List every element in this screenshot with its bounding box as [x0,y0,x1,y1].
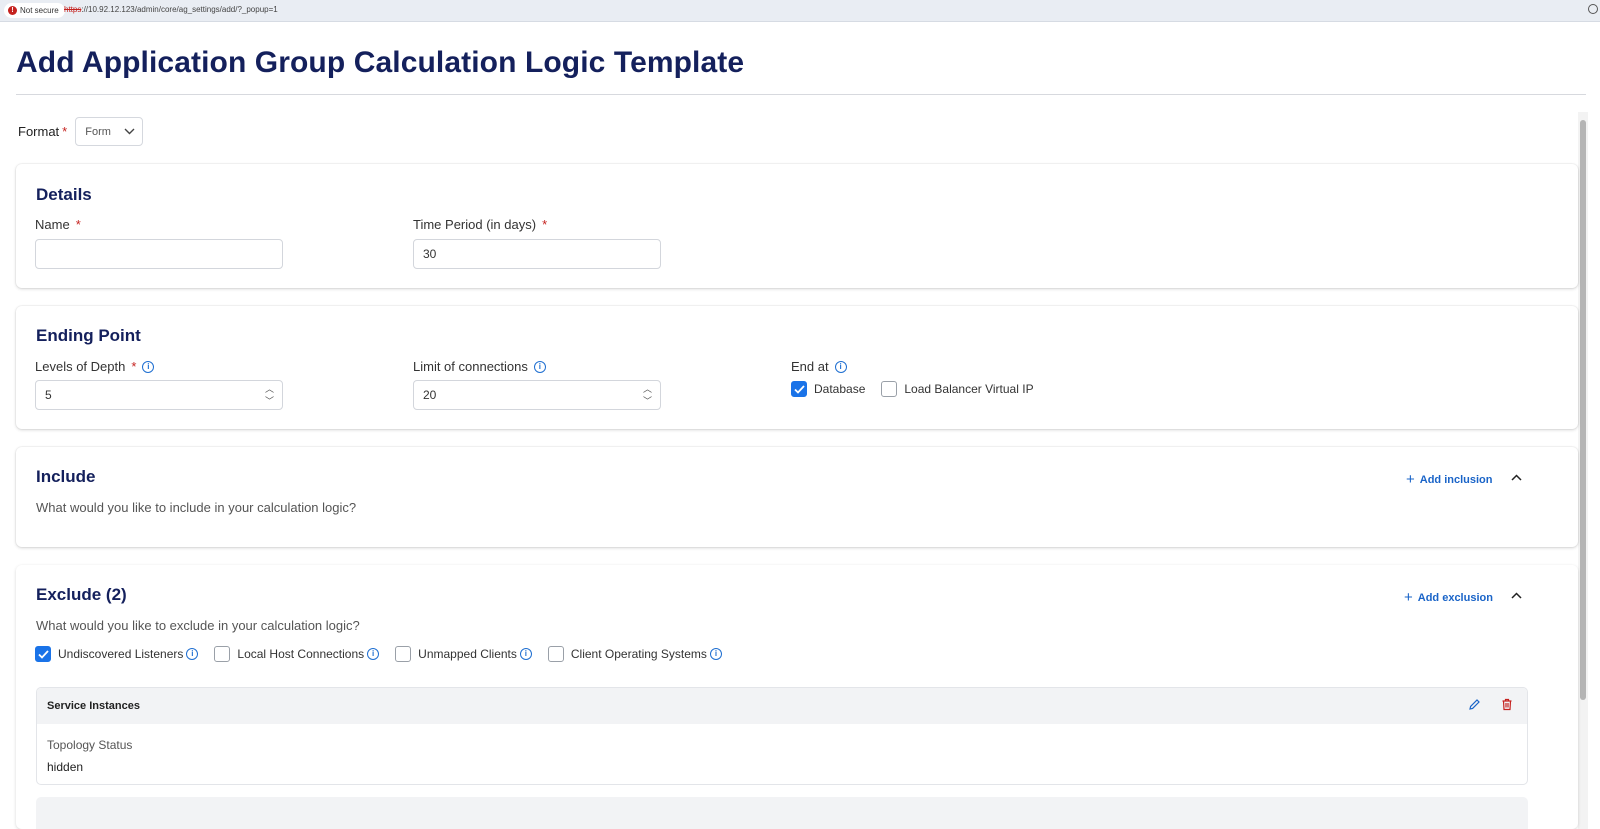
include-card: Include What would you like to include i… [16,447,1578,547]
security-label: Not secure [20,6,59,15]
decrement-icon[interactable]: ﹀ [643,395,652,407]
chevron-down-icon [124,128,135,135]
info-icon[interactable]: i [519,648,532,660]
plus-icon: + [1406,471,1415,488]
exclude-title: Exclude (2) [36,585,127,604]
next-exclusion-rule-card [36,797,1528,829]
checkbox[interactable] [35,646,51,662]
info-icon[interactable]: i [834,360,847,373]
end-at-database[interactable]: Database [791,381,865,397]
topology-status-value: hidden [47,760,84,774]
format-select[interactable]: Form [75,117,144,146]
details-title: Details [36,185,92,204]
checkbox[interactable] [791,381,807,397]
time-period-input[interactable]: 30 [413,239,661,269]
exclusion-rule-header: Service Instances [37,688,1527,724]
checkbox[interactable] [395,646,412,662]
info-icon[interactable]: i [367,648,380,660]
end-at-label: End at i [791,359,847,374]
levels-of-depth-stepper[interactable]: 5 ︿ ﹀ [35,380,283,410]
limit-value: 20 [423,388,437,402]
exclusion-rule-card: Service Instances Topology Status hidden [36,687,1528,785]
details-card: Details Name * Time Period (in days) * 30 [16,164,1578,288]
include-subtitle: What would you like to include in your c… [36,500,357,515]
increment-icon[interactable]: ︿ [265,383,274,395]
url-path: ://10.92.12.123/admin/core/ag_settings/a… [81,5,278,14]
checkbox[interactable] [214,646,231,662]
checkbox-label: Load Balancer Virtual IP [904,382,1034,396]
chevron-up-icon[interactable] [1511,592,1522,599]
checkbox[interactable] [547,646,564,662]
exclusion-rule-title: Service Instances [47,700,140,712]
format-label: Format * [18,124,68,139]
checkbox-label: Local Host Connections [237,647,365,661]
browser-menu-icon[interactable] [1588,4,1598,14]
info-icon[interactable]: i [142,360,155,373]
add-exclusion-button[interactable]: + Add exclusion [1404,589,1493,606]
checkbox-label: Client Operating Systems [570,647,707,661]
warning-icon: ! [8,6,17,15]
checkbox[interactable] [881,381,898,397]
increment-icon[interactable]: ︿ [643,383,652,395]
checkbox-label: Undiscovered Listeners [58,647,184,661]
pencil-icon[interactable] [1468,698,1481,711]
title-divider [16,94,1586,95]
checkbox-label: Database [814,382,866,396]
levels-of-depth-label: Levels of Depth * i [35,359,155,374]
format-select-value: Form [85,125,111,138]
security-indicator[interactable]: ! Not secure [4,3,65,18]
exclude-unmapped-clients[interactable]: Unmapped Clients i [395,646,532,662]
levels-value: 5 [45,388,52,402]
browser-address-bar: ! Not secure https://10.92.12.123/admin/… [0,0,1600,22]
trash-icon[interactable] [1501,698,1513,711]
url-scheme: https [64,5,82,14]
name-input[interactable] [35,239,283,269]
format-row: Format * Form [18,117,144,146]
ending-point-card: Ending Point Levels of Depth * i 5 ︿ ﹀ Limi… [16,306,1578,429]
add-inclusion-button[interactable]: + Add inclusion [1406,471,1493,488]
checkbox-label: Unmapped Clients [418,647,517,661]
chevron-up-icon[interactable] [1511,474,1522,481]
check-icon [37,649,49,659]
name-label: Name * [35,217,81,232]
ending-point-title: Ending Point [36,326,141,345]
plus-icon: + [1404,589,1413,606]
limit-of-connections-label: Limit of connections i [413,359,546,374]
url-text[interactable]: https://10.92.12.123/admin/core/ag_setti… [64,5,278,14]
end-at-load-balancer[interactable]: Load Balancer Virtual IP [881,381,1034,397]
end-at-options: Database Load Balancer Virtual IP [791,381,1050,397]
info-icon[interactable]: i [709,648,722,660]
limit-of-connections-stepper[interactable]: 20 ︿ ﹀ [413,380,661,410]
time-period-value: 30 [423,247,437,261]
include-title: Include [36,467,96,486]
time-period-label: Time Period (in days) * [413,217,548,232]
exclude-undiscovered-listeners[interactable]: Undiscovered Listeners i [35,646,199,662]
exclude-subtitle: What would you like to exclude in your c… [36,618,360,633]
check-icon [793,384,805,394]
exclude-client-operating-systems[interactable]: Client Operating Systems i [547,646,722,662]
decrement-icon[interactable]: ﹀ [265,395,274,407]
exclude-options: Undiscovered Listeners i Local Host Conne… [35,646,738,662]
exclude-local-host-connections[interactable]: Local Host Connections i [214,646,380,662]
page-title: Add Application Group Calculation Logic … [16,46,745,79]
scrollbar-thumb[interactable] [1580,120,1586,700]
info-icon[interactable]: i [533,360,546,373]
info-icon[interactable]: i [186,648,199,660]
topology-status-label: Topology Status [47,738,133,752]
